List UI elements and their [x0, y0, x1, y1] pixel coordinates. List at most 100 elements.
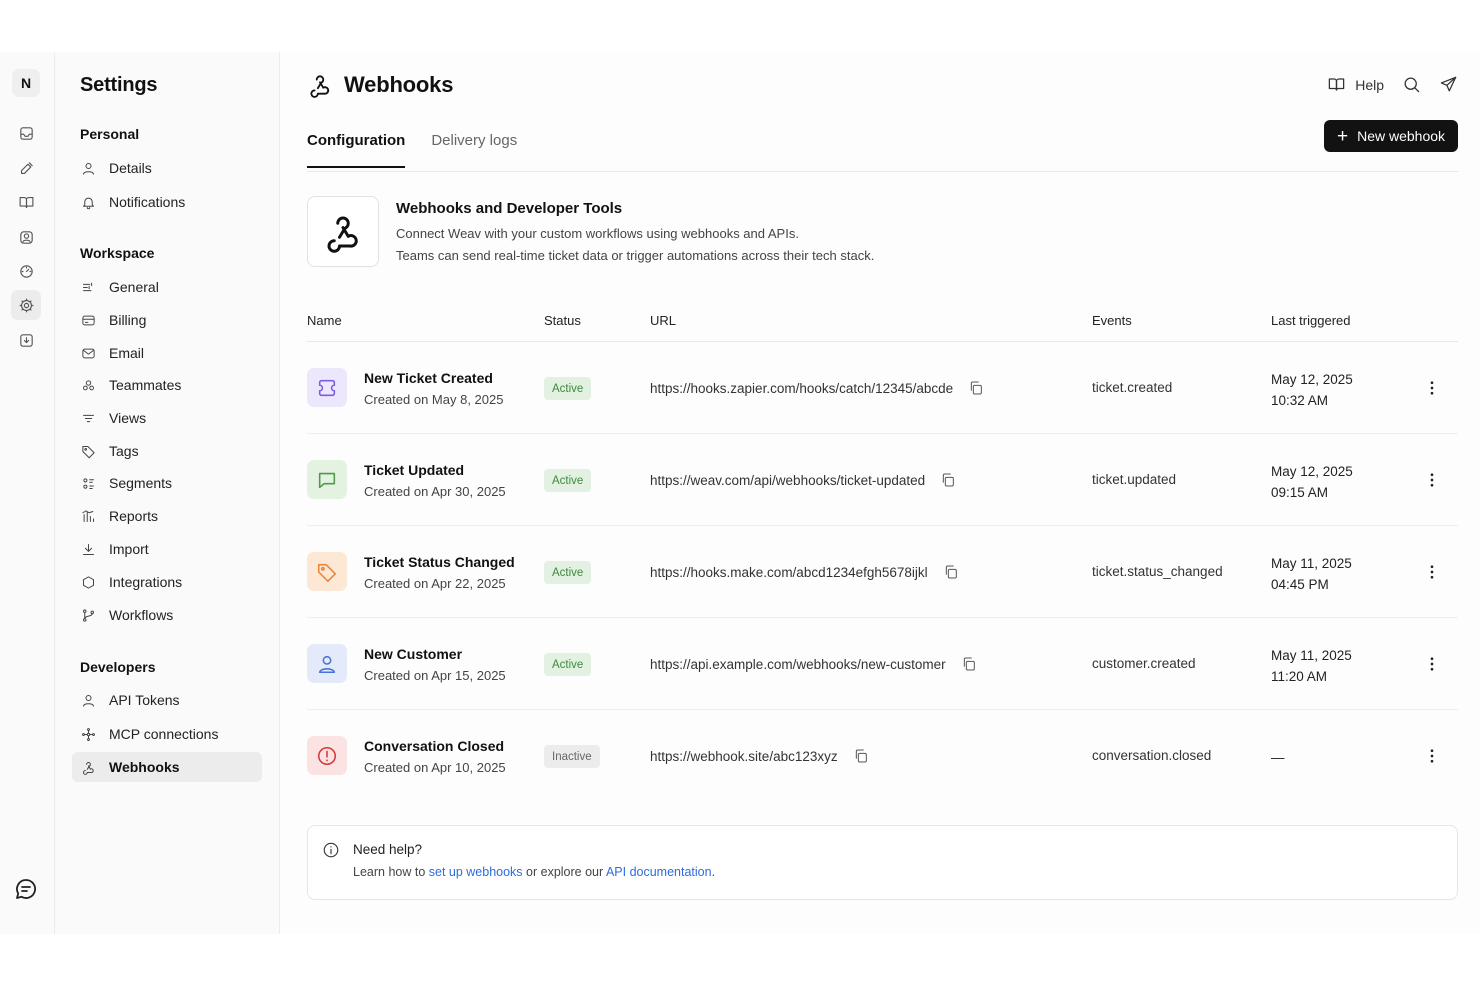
copy-icon[interactable] — [940, 472, 956, 488]
user-icon — [307, 644, 347, 683]
more-options-icon[interactable] — [1421, 745, 1443, 767]
webhook-event: ticket.created — [1092, 380, 1173, 395]
sidebar-item-label: MCP connections — [109, 726, 219, 742]
sidebar-item-email[interactable]: Email — [72, 338, 262, 368]
message-icon — [307, 460, 347, 499]
workspace-logo[interactable]: N — [12, 69, 40, 97]
intro-description: Teams can send real-time ticket data or … — [396, 248, 875, 263]
copy-icon[interactable] — [853, 748, 869, 764]
sidebar-item-mcp-connections[interactable]: MCP connections — [72, 719, 262, 749]
more-options-icon[interactable] — [1421, 561, 1443, 583]
last-triggered-time: 09:15 AM — [1271, 485, 1329, 500]
tools-icon[interactable] — [11, 153, 41, 183]
webhook-url-text: https://hooks.make.com/abcd1234efgh5678i… — [650, 564, 928, 580]
sidebar-item-general[interactable]: General — [72, 272, 262, 302]
setup-webhooks-link[interactable]: set up webhooks — [429, 865, 523, 879]
sidebar-item-label: API Tokens — [109, 692, 180, 708]
sidebar-item-notifications[interactable]: Notifications — [72, 187, 262, 217]
more-options-icon[interactable] — [1421, 377, 1443, 399]
sidebar-item-import[interactable]: Import — [72, 534, 262, 564]
webhook-created: Created on Apr 15, 2025 — [364, 668, 506, 683]
page-title-text: Webhooks — [344, 72, 454, 97]
sidebar-item-segments[interactable]: Segments — [72, 468, 262, 498]
webhook-event: conversation.closed — [1092, 748, 1212, 763]
book-icon — [1328, 78, 1345, 91]
sidebar-item-views[interactable]: Views — [72, 403, 262, 433]
help-text: Learn how to set up webhooks or explore … — [353, 865, 715, 879]
last-triggered-date: — — [1271, 750, 1285, 765]
help-callout: Need help? Learn how to set up webhooks … — [307, 825, 1458, 900]
webhook-url: https://weav.com/api/webhooks/ticket-upd… — [650, 472, 956, 488]
new-webhook-button[interactable]: + New webhook — [1324, 120, 1458, 152]
workflow-icon — [83, 608, 94, 622]
sidebar-item-billing[interactable]: Billing — [72, 305, 262, 335]
table-row[interactable]: New Ticket Created Created on May 8, 202… — [307, 342, 1458, 434]
intro-title: Webhooks and Developer Tools — [396, 200, 623, 217]
webhook-created: Created on Apr 30, 2025 — [364, 484, 506, 499]
main-content: Webhooks Help Configuration Delivery log… — [280, 52, 1480, 934]
help-title: Need help? — [353, 842, 423, 857]
table-row[interactable]: Ticket Updated Created on Apr 30, 2025 A… — [307, 434, 1458, 526]
status-badge: Active — [544, 469, 592, 492]
webhook-event: ticket.status_changed — [1092, 564, 1223, 579]
table-row[interactable]: Ticket Status Changed Created on Apr 22,… — [307, 526, 1458, 618]
group-heading-personal: Personal — [80, 126, 140, 142]
last-triggered-date: May 11, 2025 — [1271, 556, 1352, 571]
tab-delivery-logs[interactable]: Delivery logs — [431, 132, 517, 168]
book-icon[interactable] — [11, 187, 41, 217]
import-icon[interactable] — [11, 325, 41, 355]
sidebar-item-reports[interactable]: Reports — [72, 501, 262, 531]
more-options-icon[interactable] — [1421, 469, 1443, 491]
info-icon — [323, 842, 339, 858]
api-documentation-link[interactable]: API documentation — [606, 865, 712, 879]
reports-icon — [82, 509, 94, 522]
intro-description: Connect Weav with your custom workflows … — [396, 226, 799, 241]
more-options-icon[interactable] — [1421, 653, 1443, 675]
webhook-event: ticket.updated — [1092, 472, 1177, 487]
copy-icon[interactable] — [968, 380, 984, 396]
app-window: N Settings Personal Details Notification… — [0, 52, 1480, 934]
webhook-event: customer.created — [1092, 656, 1196, 671]
sidebar-item-label: Import — [109, 541, 149, 557]
chat-icon[interactable] — [11, 874, 41, 904]
help-text-middle: or explore our — [522, 865, 606, 879]
tabs: Configuration Delivery logs — [307, 132, 543, 168]
status-badge: Active — [544, 653, 592, 676]
last-triggered-time: 10:32 AM — [1271, 393, 1329, 408]
tab-configuration[interactable]: Configuration — [307, 132, 406, 168]
ticket-icon — [307, 368, 347, 407]
send-icon[interactable] — [1439, 75, 1458, 94]
sidebar-item-api-tokens[interactable]: API Tokens — [72, 685, 262, 715]
download-icon — [83, 543, 94, 555]
inbox-icon[interactable] — [11, 118, 41, 148]
help-button[interactable]: Help — [1327, 75, 1384, 94]
dashboard-icon[interactable] — [11, 256, 41, 286]
sidebar-title: Settings — [80, 74, 158, 96]
mail-icon — [82, 348, 95, 358]
help-text-start: Learn how to — [353, 865, 429, 879]
sidebar-item-webhooks[interactable]: Webhooks — [72, 752, 262, 782]
filter-icon — [83, 414, 94, 422]
contacts-icon[interactable] — [11, 222, 41, 252]
table-row[interactable]: New Customer Created on Apr 15, 2025 Act… — [307, 618, 1458, 710]
plus-icon: + — [1336, 125, 1349, 147]
last-triggered: May 12, 2025 09:15 AM — [1271, 461, 1353, 503]
webhook-icon — [310, 75, 330, 98]
copy-icon[interactable] — [943, 564, 959, 580]
sidebar-item-details[interactable]: Details — [72, 153, 262, 183]
sidebar-item-teammates[interactable]: Teammates — [72, 370, 262, 400]
segments-icon — [83, 477, 94, 489]
sidebar-item-workflows[interactable]: Workflows — [72, 600, 262, 630]
table-row[interactable]: Conversation Closed Created on Apr 10, 2… — [307, 710, 1458, 802]
sidebar-item-label: General — [109, 279, 159, 295]
webhook-icon — [307, 196, 379, 267]
search-icon[interactable] — [1402, 75, 1421, 94]
copy-icon[interactable] — [961, 656, 977, 672]
column-header-name: Name — [307, 313, 342, 328]
sidebar-item-integrations[interactable]: Integrations — [72, 567, 262, 597]
sidebar-item-tags[interactable]: Tags — [72, 436, 262, 466]
settings-icon[interactable] — [11, 290, 41, 320]
page-title: Webhooks — [307, 72, 453, 98]
webhook-created: Created on Apr 10, 2025 — [364, 760, 506, 775]
webhook-url-text: https://weav.com/api/webhooks/ticket-upd… — [650, 472, 926, 488]
